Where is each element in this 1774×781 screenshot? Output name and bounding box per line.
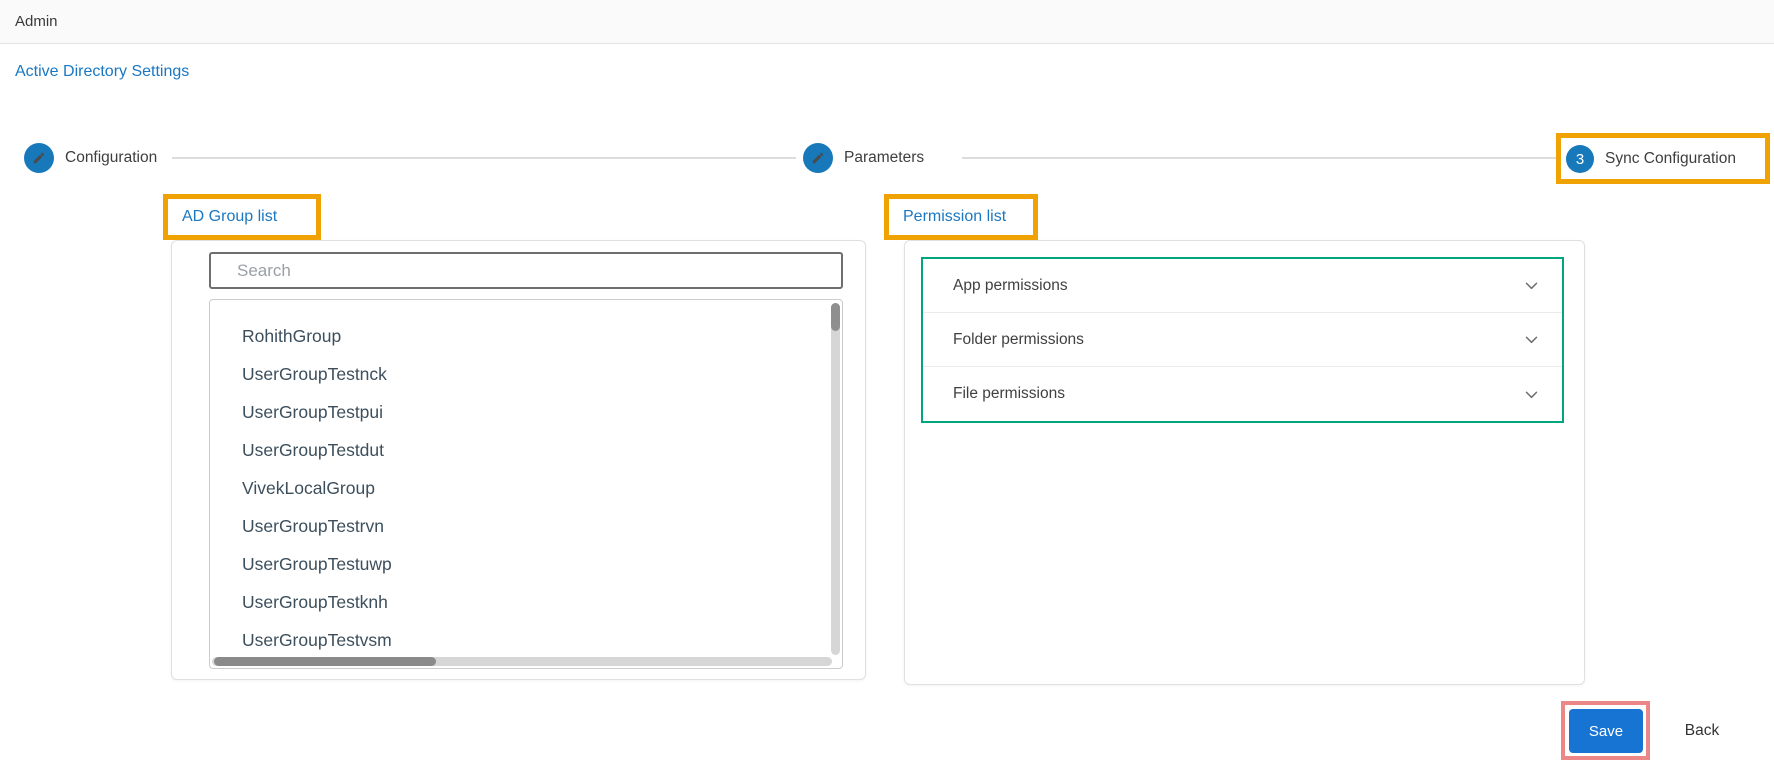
- list-item[interactable]: UserGroupTestnck: [242, 355, 842, 393]
- vertical-scrollbar[interactable]: [831, 303, 840, 655]
- step-label: Configuration: [65, 149, 158, 166]
- stepper-step-sync-configuration[interactable]: 3 Sync Configuration: [1566, 144, 1736, 174]
- search-input[interactable]: [209, 252, 843, 289]
- accordion-label: App permissions: [953, 276, 1068, 294]
- stepper-step-configuration[interactable]: Configuration: [24, 143, 157, 173]
- back-button[interactable]: Back: [1670, 709, 1734, 753]
- edit-icon: [33, 152, 45, 164]
- permission-accordion: App permissions Folder permissions File …: [921, 257, 1564, 423]
- ad-group-list: RohithGroup UserGroupTestnck UserGroupTe…: [210, 300, 842, 659]
- stepper-connector: [962, 157, 1556, 159]
- stepper-step-parameters[interactable]: Parameters: [803, 143, 924, 173]
- chevron-down-icon: [1523, 386, 1540, 403]
- horizontal-scrollbar[interactable]: [212, 657, 832, 666]
- edit-icon: [812, 152, 824, 164]
- horizontal-scrollbar-thumb[interactable]: [214, 657, 436, 666]
- list-item[interactable]: RohithGroup: [242, 317, 842, 355]
- accordion-section-file-permissions[interactable]: File permissions: [923, 367, 1562, 421]
- step-circle: [803, 143, 833, 173]
- list-item[interactable]: VivekLocalGroup: [242, 469, 842, 507]
- ad-group-list-title: AD Group list: [182, 208, 278, 225]
- list-item[interactable]: UserGroupTestvsm: [242, 621, 842, 659]
- ad-group-list-box: RohithGroup UserGroupTestnck UserGroupTe…: [209, 299, 843, 669]
- list-item[interactable]: UserGroupTestpui: [242, 393, 842, 431]
- step-label: Sync Configuration: [1605, 150, 1736, 167]
- chevron-down-icon: [1523, 277, 1540, 294]
- chevron-down-icon: [1523, 331, 1540, 348]
- accordion-section-app-permissions[interactable]: App permissions: [923, 259, 1562, 313]
- step-label: Parameters: [844, 149, 925, 166]
- save-button[interactable]: Save: [1569, 709, 1643, 753]
- ad-group-card: RohithGroup UserGroupTestnck UserGroupTe…: [171, 240, 866, 680]
- step-number: 3: [1575, 150, 1585, 168]
- vertical-scrollbar-thumb[interactable]: [831, 303, 840, 331]
- accordion-label: File permissions: [953, 385, 1065, 402]
- list-item[interactable]: UserGroupTestrvn: [242, 507, 842, 545]
- step-circle: [24, 143, 54, 173]
- permission-card: App permissions Folder permissions File …: [904, 240, 1585, 685]
- highlight-box-ad-group-list: AD Group list: [163, 194, 321, 240]
- accordion-section-folder-permissions[interactable]: Folder permissions: [923, 313, 1562, 367]
- permission-list-title: Permission list: [903, 208, 1007, 225]
- step-circle: 3: [1566, 145, 1594, 173]
- admin-page: Admin Active Directory Settings Configur…: [0, 0, 1774, 781]
- list-item[interactable]: UserGroupTestknh: [242, 583, 842, 621]
- topbar: Admin: [0, 0, 1774, 44]
- active-directory-settings-link[interactable]: Active Directory Settings: [15, 63, 189, 81]
- stepper-connector: [172, 157, 796, 159]
- page-title: Admin: [15, 13, 58, 30]
- accordion-label: Folder permissions: [953, 330, 1084, 348]
- list-item[interactable]: UserGroupTestdut: [242, 431, 842, 469]
- list-item[interactable]: UserGroupTestuwp: [242, 545, 842, 583]
- highlight-box-permission-list: Permission list: [884, 194, 1038, 240]
